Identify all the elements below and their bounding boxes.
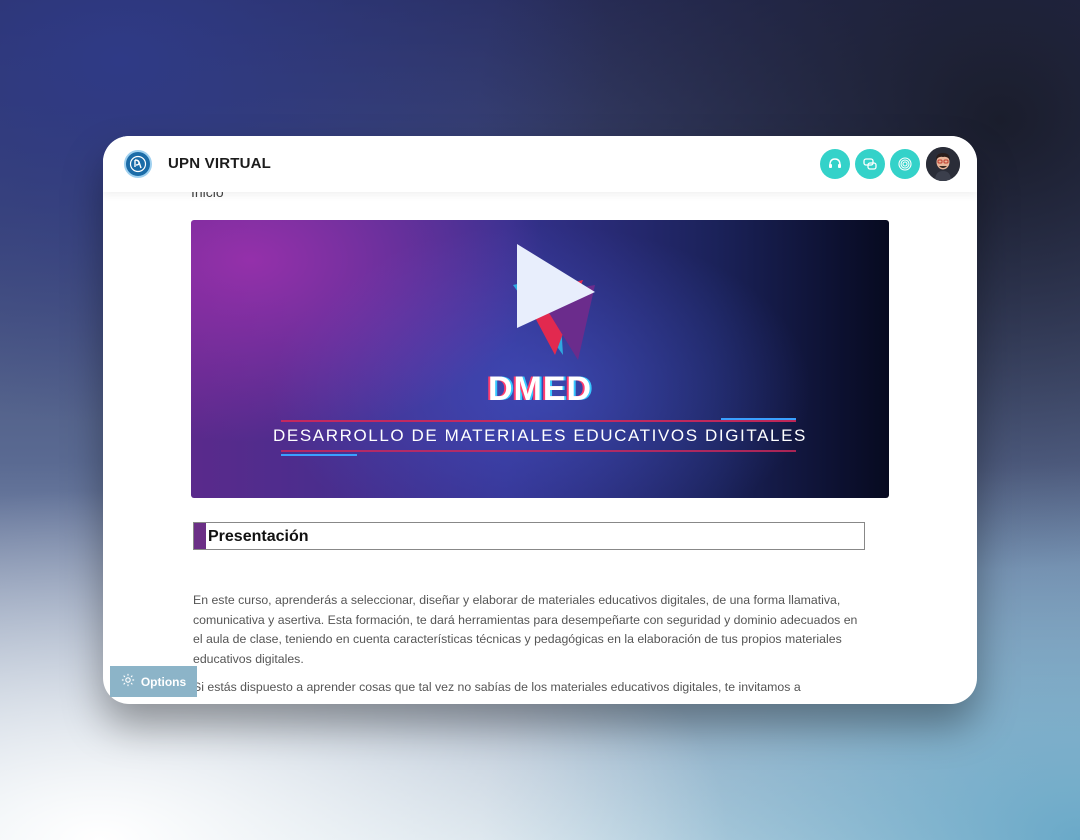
chat-icon[interactable] xyxy=(855,149,885,179)
decor-line xyxy=(281,450,796,452)
top-navbar: UPN VIRTUAL xyxy=(103,136,977,192)
options-button[interactable]: Options xyxy=(110,666,197,697)
user-avatar[interactable] xyxy=(926,147,960,181)
play-logo-icon xyxy=(513,244,595,360)
section-header: Presentación xyxy=(193,522,865,550)
decor-line xyxy=(281,454,357,456)
section-title: Presentación xyxy=(208,528,309,545)
course-banner: DMED DESARROLLO DE MATERIALES EDUCATIVOS… xyxy=(191,220,889,498)
paragraph: Si estás dispuesto a aprender cosas que … xyxy=(193,680,801,694)
section-accent-bar xyxy=(194,523,206,549)
decor-line xyxy=(281,420,796,422)
gear-icon xyxy=(121,673,135,690)
upn-logo-icon[interactable] xyxy=(124,150,152,178)
support-icon[interactable] xyxy=(820,149,850,179)
banner-logo-text: DMED xyxy=(487,370,593,408)
options-label: Options xyxy=(140,674,187,689)
brand-title[interactable]: UPN VIRTUAL xyxy=(168,155,271,172)
fingerprint-icon[interactable] xyxy=(890,149,920,179)
paragraph: En este curso, aprenderás a seleccionar,… xyxy=(193,593,858,666)
banner-subtitle: DESARROLLO DE MATERIALES EDUCATIVOS DIGI… xyxy=(273,426,807,445)
app-window: UPN VIRTUAL Inicio DMED DESARROLLO DE MA… xyxy=(103,136,977,704)
main-content: Inicio DMED DESARROLLO DE MATERIALES EDU… xyxy=(103,184,977,704)
